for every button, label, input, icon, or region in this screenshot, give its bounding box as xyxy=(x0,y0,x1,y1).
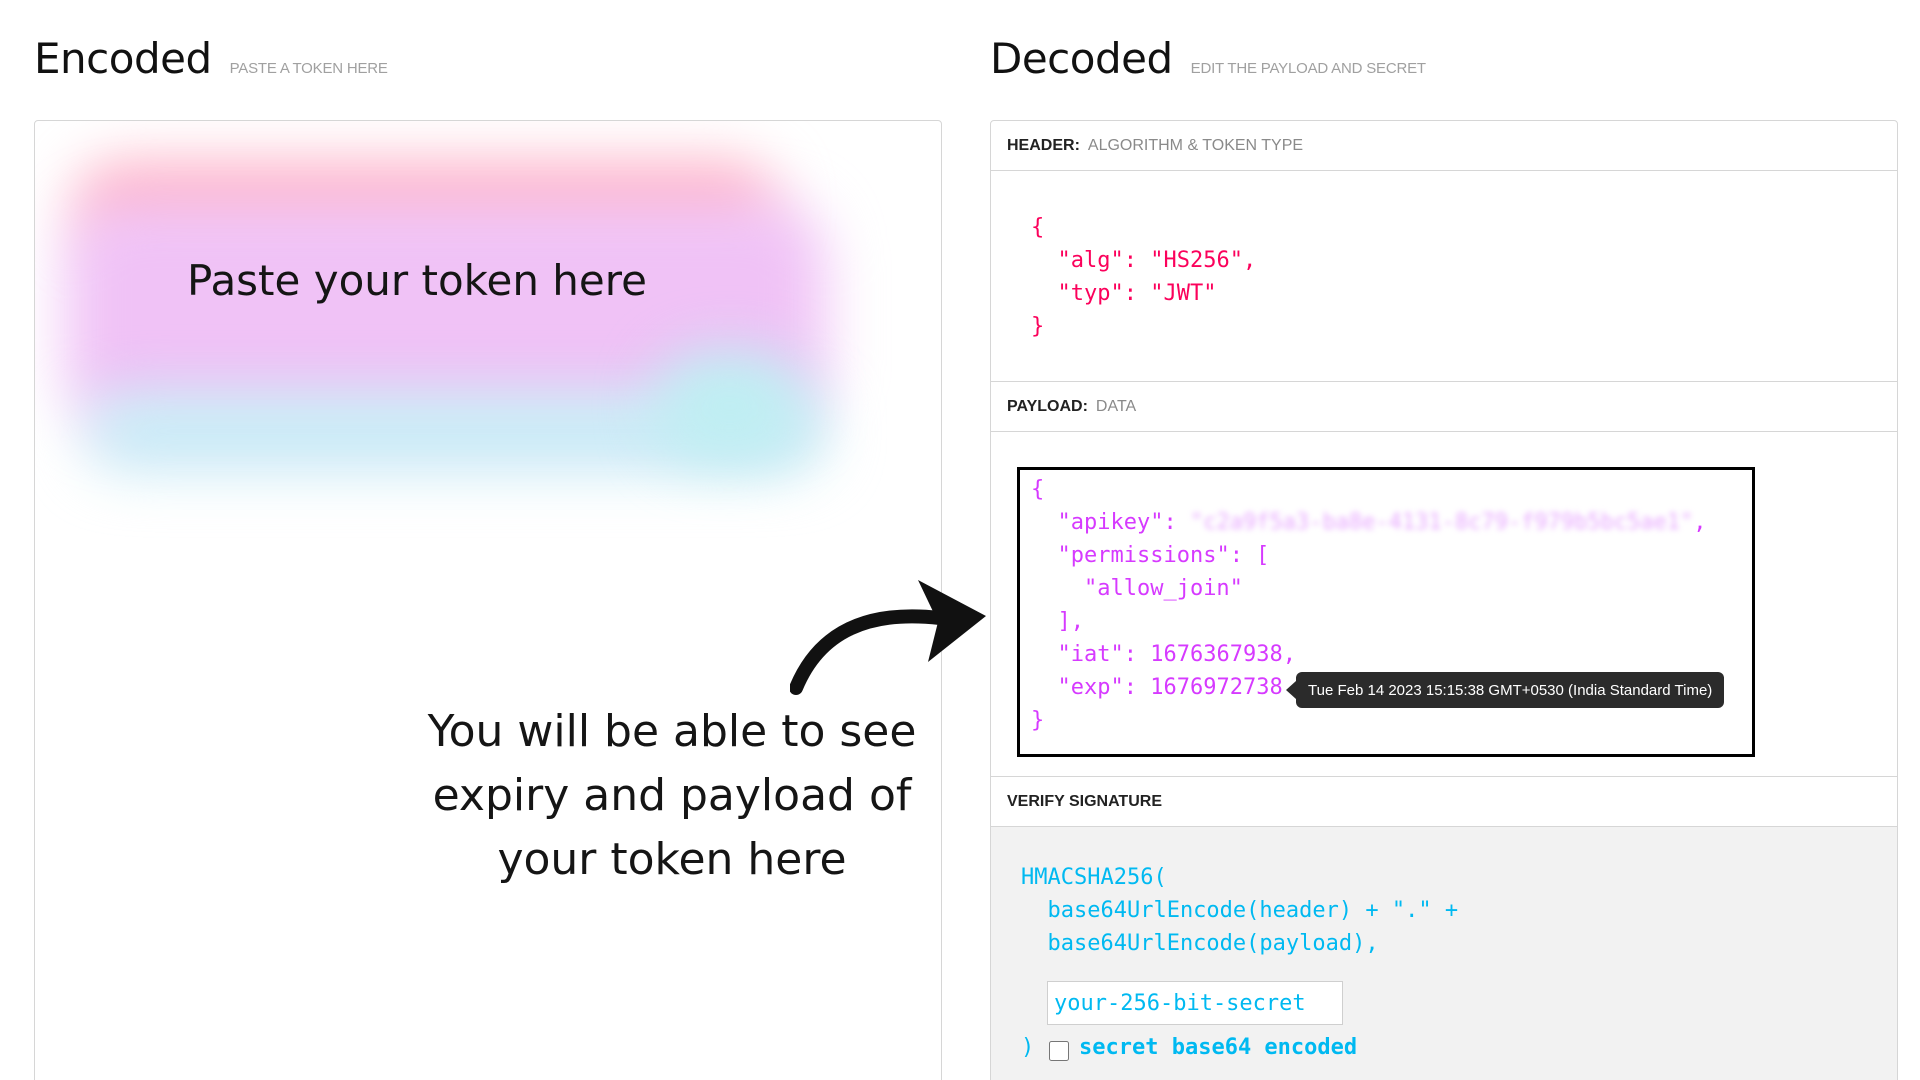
brace-open: { xyxy=(1031,477,1045,502)
annotation-line: You will be able to see xyxy=(427,706,917,757)
apikey-value: "c2a9f5a3-ba8e-4131-8c79-f979b5bc5ae1" xyxy=(1189,510,1694,535)
encoded-subtitle: PASTE A TOKEN HERE xyxy=(229,60,388,77)
payload-label: PAYLOAD: xyxy=(1007,397,1088,415)
blurred-token xyxy=(55,151,875,491)
blur-blob xyxy=(655,351,805,461)
annotation-line: your token here xyxy=(497,834,847,885)
header-json-editor[interactable]: { "alg": "HS256", "typ": "JWT" } xyxy=(1031,211,1256,343)
payload-section-head: PAYLOAD: DATA xyxy=(991,382,1897,432)
hmac-function: HMACSHA256( xyxy=(1021,865,1167,890)
payload-sublabel: DATA xyxy=(1095,397,1137,415)
decoded-subtitle: EDIT THE PAYLOAD AND SECRET xyxy=(1190,60,1426,77)
brace-close: } xyxy=(1031,314,1045,339)
verify-code: HMACSHA256( base64UrlEncode(header) + ".… xyxy=(1021,861,1458,960)
base64-checkbox-label[interactable]: secret base64 encoded xyxy=(1079,1031,1357,1064)
exp-value[interactable]: 1676972738 xyxy=(1150,675,1282,700)
typ-key: "typ" xyxy=(1057,281,1124,306)
iat-value: 1676367938 xyxy=(1150,642,1283,667)
encoded-placeholder: Paste your token here xyxy=(187,256,647,305)
secret-input[interactable] xyxy=(1047,981,1343,1025)
header-section-head: HEADER: ALGORITHM & TOKEN TYPE xyxy=(991,121,1897,171)
exp-date-tooltip: Tue Feb 14 2023 15:15:38 GMT+0530 (India… xyxy=(1285,672,1725,708)
iat-key: "iat" xyxy=(1057,642,1124,667)
permissions-key: "permissions" xyxy=(1057,543,1230,568)
header-sublabel: ALGORITHM & TOKEN TYPE xyxy=(1087,136,1304,154)
encode-header-line: base64UrlEncode(header) + "." + xyxy=(1021,898,1459,923)
apikey-key: "apikey" xyxy=(1057,510,1164,535)
verify-section-head: VERIFY SIGNATURE xyxy=(991,777,1897,827)
decoded-panel: HEADER: ALGORITHM & TOKEN TYPE { "alg": … xyxy=(990,120,1898,1080)
decoded-title: Decoded xyxy=(990,34,1173,83)
header-label: HEADER: xyxy=(1007,136,1080,154)
annotation-text: You will be able to see expiry and paylo… xyxy=(372,700,972,892)
encode-payload-line: base64UrlEncode(payload), xyxy=(1021,931,1379,956)
base64-checkbox[interactable] xyxy=(1049,1041,1069,1061)
close-paren: ) xyxy=(1021,1035,1035,1060)
permission-item: "allow_join" xyxy=(1083,576,1243,601)
decoded-heading: Decoded EDIT THE PAYLOAD AND SECRET xyxy=(990,34,1426,83)
verify-label: VERIFY SIGNATURE xyxy=(1007,792,1162,810)
alg-key: "alg" xyxy=(1057,248,1124,273)
typ-value: "JWT" xyxy=(1150,281,1217,306)
brace-open: { xyxy=(1031,215,1045,240)
brace-close: } xyxy=(1031,708,1045,733)
curved-arrow-icon xyxy=(790,580,986,695)
encoded-heading: Encoded PASTE A TOKEN HERE xyxy=(34,34,388,83)
encoded-title: Encoded xyxy=(34,34,212,83)
alg-value: "HS256" xyxy=(1150,248,1243,273)
annotation-line: expiry and payload of xyxy=(432,770,912,821)
exp-key: "exp" xyxy=(1057,675,1124,700)
